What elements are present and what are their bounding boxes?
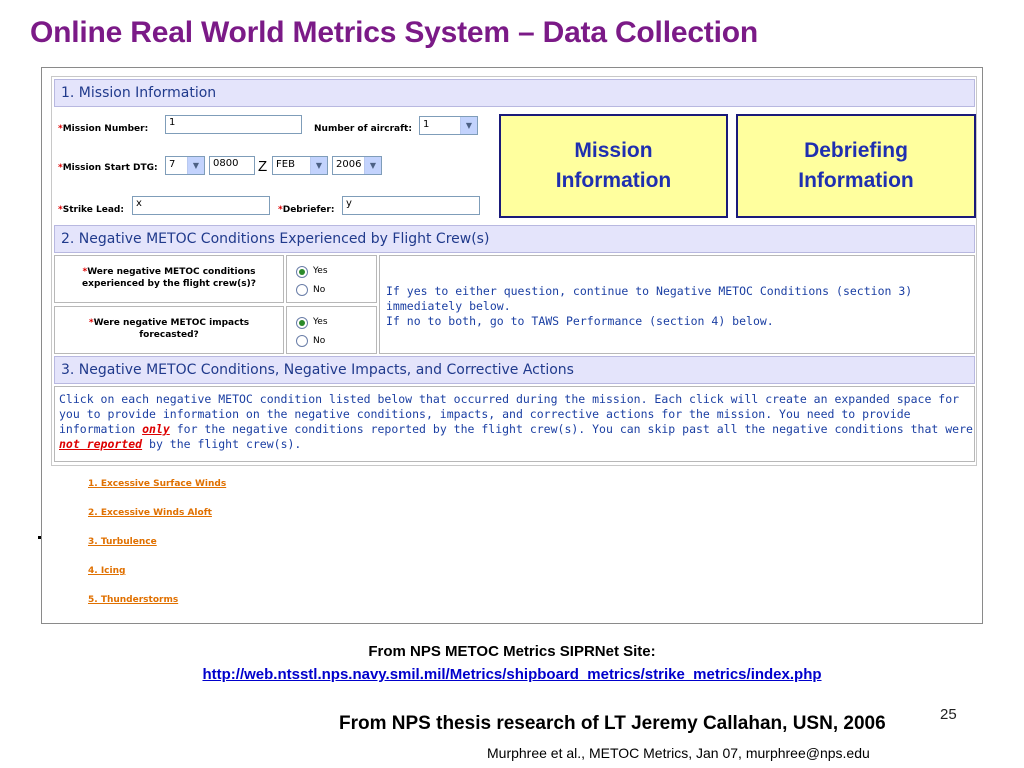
condition-link-icing[interactable]: 4. Icing: [88, 566, 125, 576]
chevron-down-icon: ▼: [364, 157, 381, 174]
q2-yes-label: Yes: [313, 317, 328, 327]
slide-title: Online Real World Metrics System – Data …: [30, 16, 758, 49]
question-2-text: *Were negative METOC impacts forecasted?: [88, 318, 250, 340]
q2-no-label: No: [313, 336, 326, 346]
section-2-instructions: If yes to either question, continue to N…: [379, 255, 975, 354]
strike-lead-label: *Strike Lead:: [58, 205, 124, 215]
q1-no-label: No: [313, 285, 326, 295]
condition-link-winds-aloft[interactable]: 2. Excessive Winds Aloft: [88, 508, 212, 518]
q2-yes-radio[interactable]: [296, 317, 308, 329]
footer-text: Murphree et al., METOC Metrics, Jan 07, …: [487, 745, 870, 761]
instructions-line-1: If yes to either question, continue to N…: [386, 284, 913, 298]
dtg-year-select[interactable]: 2006 ▼: [332, 156, 382, 175]
q1-yes-radio[interactable]: [296, 266, 308, 278]
stray-dot: [38, 536, 41, 539]
question-2-options: Yes No: [286, 306, 377, 354]
section-3-line-1: Click on each negative METOC condition l…: [59, 392, 960, 406]
section-3-line-4: not reported by the flight crew(s).: [59, 437, 302, 451]
question-2-cell: *Were negative METOC impacts forecasted?: [54, 306, 284, 354]
condition-link-turbulence[interactable]: 3. Turbulence: [88, 537, 157, 547]
screenshot-frame: 1. Mission Information *Mission Number: …: [41, 67, 983, 624]
strike-lead-input[interactable]: x: [132, 196, 270, 215]
debriefing-information-callout: Debriefing Information: [736, 114, 976, 218]
question-1-options: Yes No: [286, 255, 377, 303]
mission-number-input[interactable]: 1: [165, 115, 302, 134]
mission-number-label: *Mission Number:: [58, 124, 149, 134]
mission-information-callout: Mission Information: [499, 114, 728, 218]
section-3-line-3: information only for the negative condit…: [59, 422, 973, 436]
debriefer-label: *Debriefer:: [278, 205, 335, 215]
source-label: From NPS METOC Metrics SIPRNet Site:: [368, 643, 656, 660]
page-number: 25: [940, 706, 957, 723]
dtg-time-input[interactable]: 0800: [209, 156, 255, 175]
q1-no-radio[interactable]: [296, 284, 308, 296]
credit-line: From NPS thesis research of LT Jeremy Ca…: [339, 713, 886, 734]
q1-yes-label: Yes: [313, 266, 328, 276]
instructions-line-3: If no to both, go to TAWS Performance (s…: [386, 314, 774, 328]
dtg-zone-label: Z: [258, 158, 268, 175]
dtg-month-select[interactable]: FEB ▼: [272, 156, 328, 175]
section-3-instructions: Click on each negative METOC condition l…: [54, 386, 975, 462]
num-aircraft-select[interactable]: 1 ▼: [419, 116, 478, 135]
chevron-down-icon: ▼: [310, 157, 327, 174]
debriefer-input[interactable]: y: [342, 196, 480, 215]
chevron-down-icon: ▼: [460, 117, 477, 134]
source-url-link[interactable]: http://web.ntsstl.nps.navy.smil.mil/Metr…: [0, 666, 1024, 683]
num-aircraft-label: Number of aircraft:: [314, 124, 412, 134]
section-3-line-2: you to provide information on the negati…: [59, 407, 911, 421]
start-dtg-label: *Mission Start DTG:: [58, 163, 158, 173]
section-2-header: 2. Negative METOC Conditions Experienced…: [54, 225, 975, 253]
condition-link-surface-winds[interactable]: 1. Excessive Surface Winds: [88, 479, 226, 489]
section-3-header: 3. Negative METOC Conditions, Negative I…: [54, 356, 975, 384]
question-1-cell: *Were negative METOC conditions experienc…: [54, 255, 284, 303]
q2-no-radio[interactable]: [296, 335, 308, 347]
chevron-down-icon: ▼: [187, 157, 204, 174]
section-1-header: 1. Mission Information: [54, 79, 975, 107]
instructions-line-2: immediately below.: [386, 299, 511, 313]
question-1-text: *Were negative METOC conditions experienc…: [82, 267, 256, 289]
dtg-day-select[interactable]: 7 ▼: [165, 156, 205, 175]
condition-link-thunderstorms[interactable]: 5. Thunderstorms: [88, 595, 178, 605]
